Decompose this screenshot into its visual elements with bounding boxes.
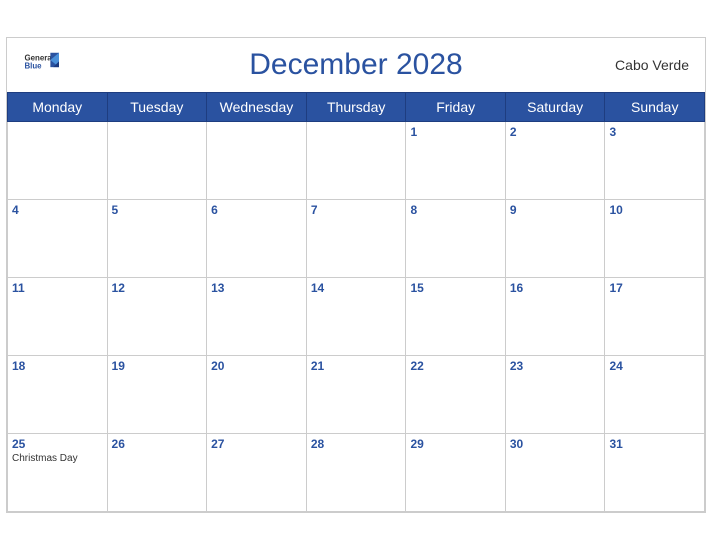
calendar-cell: 26 [107, 434, 207, 512]
day-number: 17 [609, 281, 700, 295]
calendar-cell: 3 [605, 122, 705, 200]
day-number: 22 [410, 359, 500, 373]
day-number: 25 [12, 437, 103, 451]
calendar-cell: 7 [306, 200, 406, 278]
day-number: 12 [112, 281, 203, 295]
calendar-cell: 10 [605, 200, 705, 278]
day-number: 4 [12, 203, 103, 217]
calendar-cell: 13 [207, 278, 307, 356]
svg-text:Blue: Blue [24, 62, 42, 71]
day-number: 30 [510, 437, 601, 451]
calendar-cell: 29 [406, 434, 505, 512]
weekday-thursday: Thursday [306, 93, 406, 122]
calendar-cell: 9 [505, 200, 605, 278]
calendar-week-row-2: 456789 10 [8, 200, 705, 278]
weekday-wednesday: Wednesday [207, 93, 307, 122]
calendar-cell: 1 [406, 122, 505, 200]
calendar-week-row-5: 25 Christmas Day 26 27 28 29 30 31 [8, 434, 705, 512]
weekday-header-row: Monday Tuesday Wednesday Thursday Friday… [8, 93, 705, 122]
day-number: 18 [12, 359, 103, 373]
calendar-cell: 17 [605, 278, 705, 356]
logo-icon: General Blue [23, 51, 59, 79]
calendar-cell: 24 [605, 356, 705, 434]
calendar-cell: 28 [306, 434, 406, 512]
event-label: Christmas Day [12, 453, 103, 464]
country-label: Cabo Verde [615, 57, 689, 73]
calendar-cell: 16 [505, 278, 605, 356]
calendar-cell: 5 [107, 200, 207, 278]
day-number: 26 [112, 437, 203, 451]
day-number: 9 [510, 203, 601, 217]
weekday-saturday: Saturday [505, 93, 605, 122]
calendar-cell: 22 [406, 356, 505, 434]
day-number: 21 [311, 359, 402, 373]
calendar-header: General Blue December 2028 Cabo Verde [7, 38, 705, 92]
calendar-cell: 31 [605, 434, 705, 512]
calendar-cell: 18 [8, 356, 108, 434]
logo-area: General Blue [23, 51, 59, 79]
weekday-sunday: Sunday [605, 93, 705, 122]
calendar-cell: 27 [207, 434, 307, 512]
month-title: December 2028 [249, 48, 462, 82]
calendar-week-row-4: 18 19 20 21 22 23 24 [8, 356, 705, 434]
calendar-cell [306, 122, 406, 200]
day-number: 20 [211, 359, 302, 373]
day-number: 10 [609, 203, 700, 217]
calendar-table: Monday Tuesday Wednesday Thursday Friday… [7, 92, 705, 512]
calendar-cell: 23 [505, 356, 605, 434]
calendar-week-row-1: 123 [8, 122, 705, 200]
calendar-cell: 25 Christmas Day [8, 434, 108, 512]
calendar-cell [207, 122, 307, 200]
day-number: 5 [112, 203, 203, 217]
day-number: 11 [12, 281, 103, 295]
day-number: 24 [609, 359, 700, 373]
calendar-week-row-3: 11 12 13 14 15 16 17 [8, 278, 705, 356]
day-number: 8 [410, 203, 500, 217]
calendar-cell: 12 [107, 278, 207, 356]
calendar-cell: 2 [505, 122, 605, 200]
day-number: 27 [211, 437, 302, 451]
day-number: 13 [211, 281, 302, 295]
calendar-container: General Blue December 2028 Cabo Verde Mo… [6, 37, 706, 513]
day-number: 29 [410, 437, 500, 451]
day-number: 23 [510, 359, 601, 373]
day-number: 15 [410, 281, 500, 295]
calendar-cell: 8 [406, 200, 505, 278]
calendar-cell: 15 [406, 278, 505, 356]
day-number: 1 [410, 125, 500, 139]
day-number: 28 [311, 437, 402, 451]
day-number: 19 [112, 359, 203, 373]
day-number: 3 [609, 125, 700, 139]
calendar-cell [107, 122, 207, 200]
day-number: 14 [311, 281, 402, 295]
calendar-cell: 4 [8, 200, 108, 278]
calendar-cell: 19 [107, 356, 207, 434]
calendar-cell: 14 [306, 278, 406, 356]
day-number: 16 [510, 281, 601, 295]
calendar-cell [8, 122, 108, 200]
calendar-cell: 30 [505, 434, 605, 512]
weekday-tuesday: Tuesday [107, 93, 207, 122]
day-number: 7 [311, 203, 402, 217]
day-number: 2 [510, 125, 601, 139]
calendar-cell: 6 [207, 200, 307, 278]
calendar-cell: 11 [8, 278, 108, 356]
calendar-body: 1234567891011121314151617181920212223242… [8, 122, 705, 512]
calendar-cell: 20 [207, 356, 307, 434]
calendar-cell: 21 [306, 356, 406, 434]
day-number: 6 [211, 203, 302, 217]
weekday-monday: Monday [8, 93, 108, 122]
weekday-friday: Friday [406, 93, 505, 122]
day-number: 31 [609, 437, 700, 451]
